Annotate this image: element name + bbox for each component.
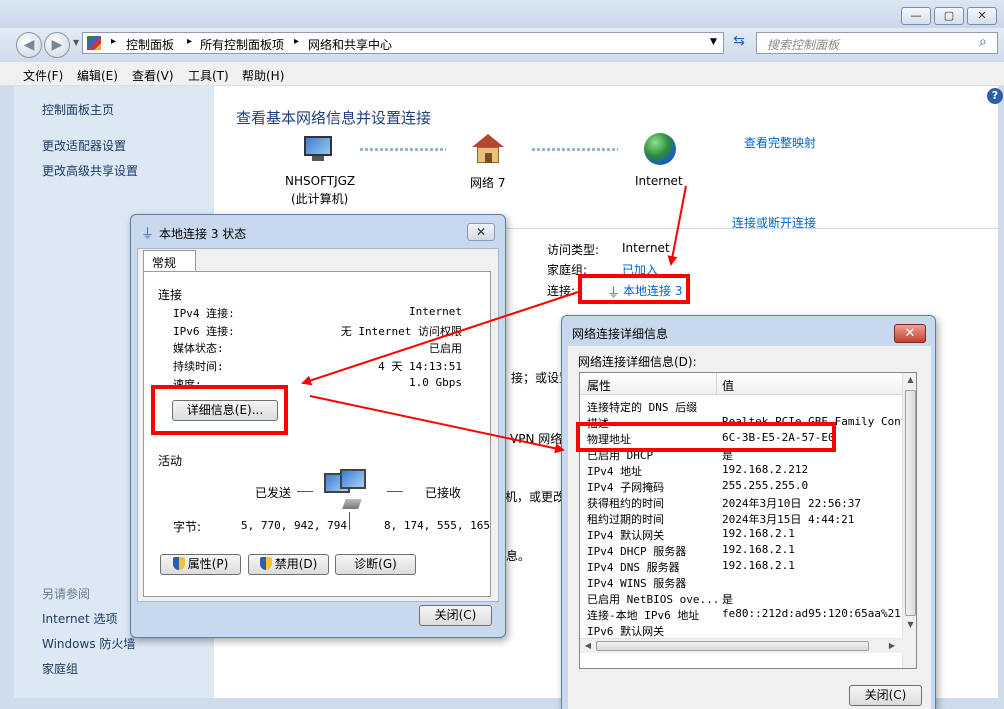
annotation-arrows bbox=[301, 185, 687, 454]
arrow-details-to-mac bbox=[309, 395, 565, 454]
arrow-connection-to-details bbox=[301, 291, 579, 386]
arrow-internet-to-connection bbox=[667, 185, 687, 266]
